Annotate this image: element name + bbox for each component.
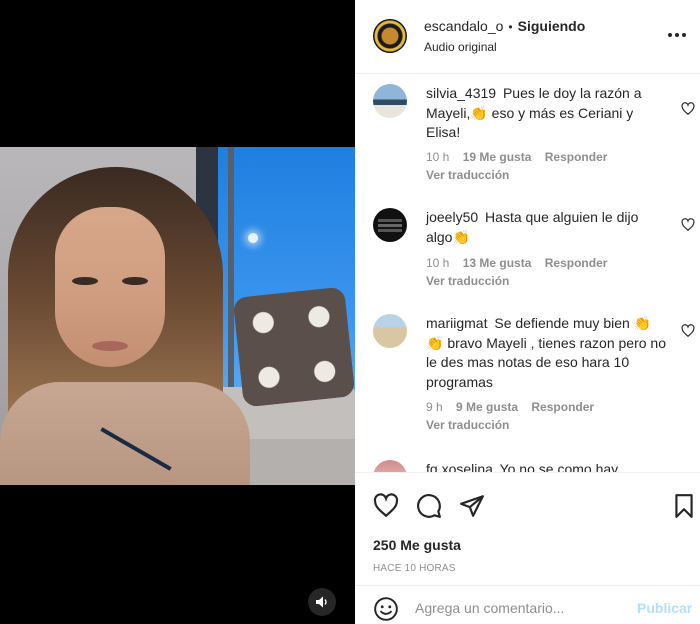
more-options-button[interactable] bbox=[667, 22, 687, 43]
commenter-username[interactable]: silvia_4319 bbox=[426, 85, 496, 101]
post-side-panel: escandalo_o • Siguiendo Audio original sil… bbox=[355, 0, 700, 624]
comments-list[interactable]: silvia_4319 Pues le doy la razón a Mayel… bbox=[355, 74, 700, 472]
heart-icon[interactable] bbox=[373, 493, 399, 519]
bookmark-icon[interactable] bbox=[671, 493, 697, 519]
comment-likes[interactable]: 19 Me gusta bbox=[463, 150, 532, 164]
audio-toggle-button[interactable] bbox=[308, 588, 336, 616]
separator-dot: • bbox=[508, 20, 513, 34]
translate-link[interactable]: Ver traducción bbox=[426, 274, 509, 288]
comment-heart-icon[interactable] bbox=[681, 324, 695, 338]
comment-body: joeely50 Hasta que alguien le dijo algo👏 bbox=[426, 208, 668, 247]
commenter-avatar[interactable] bbox=[373, 84, 407, 118]
reply-button[interactable]: Responder bbox=[545, 150, 608, 164]
author-avatar[interactable] bbox=[373, 19, 407, 53]
comment-time: 10 h bbox=[426, 256, 450, 270]
comment-heart-icon[interactable] bbox=[681, 102, 695, 116]
video-person-mouth bbox=[92, 341, 128, 351]
comment-text: Yo no se como hay bbox=[499, 461, 619, 472]
comment-likes[interactable]: 13 Me gusta bbox=[463, 256, 532, 270]
video-person-body bbox=[0, 382, 250, 485]
reply-button[interactable]: Responder bbox=[531, 400, 594, 414]
translate-link[interactable]: Ver traducción bbox=[426, 168, 509, 182]
comment-likes[interactable]: 9 Me gusta bbox=[456, 400, 518, 414]
commenter-username[interactable]: mariigmat bbox=[426, 315, 487, 331]
comment-body: fq.xoselina Yo no se como hay bbox=[426, 460, 668, 472]
comment-icon[interactable] bbox=[416, 493, 442, 519]
more-horizontal-icon bbox=[668, 33, 686, 37]
commenter-avatar[interactable] bbox=[373, 314, 407, 348]
post-timestamp: HACE 10 HORAS bbox=[373, 563, 456, 574]
comment-time: 10 h bbox=[426, 150, 450, 164]
post-header: escandalo_o • Siguiendo Audio original bbox=[355, 0, 700, 74]
author-line: escandalo_o • Siguiendo bbox=[424, 18, 585, 34]
following-button[interactable]: Siguiendo bbox=[518, 18, 586, 34]
publish-button[interactable]: Publicar bbox=[637, 600, 692, 616]
video-person-eye-right bbox=[122, 277, 148, 285]
post-actions: 250 Me gusta HACE 10 HORAS Publicar bbox=[355, 472, 700, 624]
post-media[interactable] bbox=[0, 0, 355, 624]
translate-link[interactable]: Ver traducción bbox=[426, 418, 509, 432]
commenter-username[interactable]: fq.xoselina bbox=[426, 461, 493, 472]
comment-time: 9 h bbox=[426, 400, 443, 414]
smiley-icon[interactable] bbox=[373, 596, 399, 622]
comment-body: mariigmat Se defiende muy bien 👏👏 bravo … bbox=[426, 314, 668, 392]
video-pillow bbox=[232, 286, 355, 408]
audio-link[interactable]: Audio original bbox=[424, 40, 497, 54]
comment-meta: 9 h 9 Me gusta Responder bbox=[426, 400, 594, 414]
comment-heart-icon[interactable] bbox=[681, 218, 695, 232]
comment-meta: 10 h 13 Me gusta Responder bbox=[426, 256, 607, 270]
commenter-username[interactable]: joeely50 bbox=[426, 209, 478, 225]
likes-count[interactable]: 250 Me gusta bbox=[373, 537, 461, 553]
add-comment-bar: Publicar bbox=[355, 585, 700, 624]
comment-body: silvia_4319 Pues le doy la razón a Mayel… bbox=[426, 84, 668, 143]
commenter-avatar[interactable] bbox=[373, 460, 407, 472]
speaker-icon bbox=[316, 596, 327, 608]
comment-input[interactable] bbox=[415, 596, 625, 620]
commenter-avatar[interactable] bbox=[373, 208, 407, 242]
author-username[interactable]: escandalo_o bbox=[424, 18, 503, 34]
share-icon[interactable] bbox=[459, 493, 485, 519]
video-frame[interactable] bbox=[0, 147, 355, 485]
reply-button[interactable]: Responder bbox=[545, 256, 608, 270]
comment-meta: 10 h 19 Me gusta Responder bbox=[426, 150, 607, 164]
video-person-eye-left bbox=[72, 277, 98, 285]
video-light bbox=[248, 233, 258, 243]
